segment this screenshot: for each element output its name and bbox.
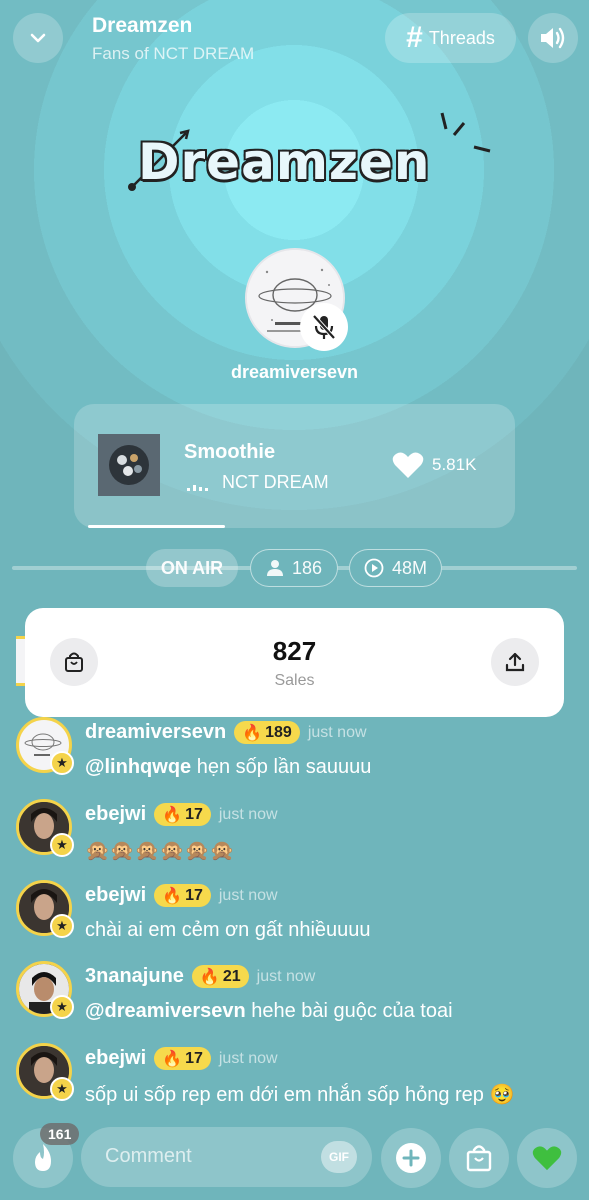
threads-button[interactable]: # Threads bbox=[385, 13, 516, 63]
fire-level: 17 bbox=[185, 1049, 203, 1067]
room-subtitle: Fans of NCT DREAM bbox=[92, 44, 255, 63]
heart-icon bbox=[392, 452, 424, 478]
room-title: Dreamzen bbox=[92, 14, 193, 37]
shopping-bag-icon bbox=[466, 1145, 492, 1172]
on-air-label: ON AIR bbox=[160, 557, 224, 578]
fire-level-badge: 🔥 189 bbox=[234, 721, 300, 744]
green-heart-button[interactable] bbox=[517, 1128, 577, 1188]
fire-level: 17 bbox=[185, 805, 203, 823]
chat-message: ★ ebejwi 🔥 17 just now 🙊🙊🙊🙊🙊🙊 bbox=[14, 799, 584, 869]
message-body: hehe bài guộc của toai bbox=[245, 1000, 453, 1022]
star-badge-icon: ★ bbox=[50, 995, 74, 1019]
green-heart-icon bbox=[532, 1146, 562, 1171]
message-username[interactable]: ebejwi bbox=[85, 803, 146, 826]
playback-progress bbox=[88, 525, 225, 528]
sales-count: 827 bbox=[272, 636, 317, 666]
add-button[interactable] bbox=[381, 1128, 441, 1188]
message-time: just now bbox=[218, 886, 278, 904]
shop-bottom-button[interactable] bbox=[449, 1128, 509, 1188]
threads-label: Threads bbox=[428, 27, 495, 48]
song-artist: NCT DREAM bbox=[222, 472, 329, 492]
message-username[interactable]: dreamiversevn bbox=[85, 721, 226, 744]
share-button[interactable] bbox=[491, 638, 539, 686]
equalizer-icon bbox=[187, 485, 208, 491]
fire-level: 21 bbox=[222, 967, 241, 985]
album-cover bbox=[98, 434, 160, 496]
fire-icon: 🔥 bbox=[199, 968, 220, 986]
message-text: sốp ui sốp rep em dới em nhắn sốp hỏng r… bbox=[85, 1082, 514, 1107]
fire-level-badge: 🔥 17 bbox=[154, 884, 211, 907]
message-text: @dreamiversevn hehe bài guộc của toai bbox=[85, 1000, 453, 1023]
mention-link[interactable]: @linhqwqe bbox=[85, 756, 191, 778]
message-time: just now bbox=[218, 1049, 278, 1067]
mention-link[interactable]: @dreamiversevn bbox=[85, 1000, 246, 1022]
fire-level-badge: 🔥 17 bbox=[154, 1047, 211, 1070]
message-text: @linhqwqe hẹn sốp lần sauuuu bbox=[85, 756, 371, 779]
comment-input[interactable]: Comment GIF bbox=[81, 1127, 372, 1187]
plus-circle-icon bbox=[396, 1143, 426, 1173]
mic-off-icon bbox=[312, 314, 336, 340]
sales-label: Sales bbox=[274, 672, 315, 689]
bottom-bar: 161 Comment GIF bbox=[0, 1120, 589, 1200]
room-logo: Dreamzen bbox=[124, 105, 494, 205]
play-circle-icon bbox=[364, 558, 384, 578]
fire-icon: 🔥 bbox=[242, 724, 263, 742]
fire-level: 17 bbox=[185, 886, 203, 904]
now-playing-card[interactable]: Smoothie NCT DREAM 5.81K bbox=[74, 404, 515, 528]
fire-icon: 🔥 bbox=[162, 1050, 183, 1068]
message-body: 🙊🙊🙊🙊🙊🙊 bbox=[85, 840, 235, 862]
collapse-button[interactable] bbox=[13, 13, 63, 63]
star-badge-icon: ★ bbox=[50, 914, 74, 938]
chat-message: ★ dreamiversevn 🔥 189 just now @linhqwqe … bbox=[14, 717, 584, 787]
like-song[interactable]: 5.81K bbox=[392, 451, 476, 479]
sound-button[interactable] bbox=[528, 13, 578, 63]
fire-icon: 🔥 bbox=[162, 806, 183, 824]
fire-icon bbox=[35, 1144, 51, 1171]
album-art bbox=[98, 434, 160, 496]
chat-message: ★ ebejwi 🔥 17 just now sốp ui sốp rep em … bbox=[14, 1043, 584, 1113]
fire-icon: 🔥 bbox=[162, 887, 183, 905]
top-bar: Dreamzen Fans of NCT DREAM # Threads bbox=[0, 0, 589, 80]
listener-count: 186 bbox=[291, 557, 323, 578]
message-body: chài ai em cẻm ơn gất nhiềuuuu bbox=[85, 919, 371, 941]
chat-message: ★ ebejwi 🔥 17 just now chài ai em cẻm ơn … bbox=[14, 880, 584, 950]
message-body: sốp ui sốp rep em dới em nhắn sốp hỏng r… bbox=[85, 1084, 515, 1106]
message-username[interactable]: ebejwi bbox=[85, 884, 146, 907]
fire-level: 189 bbox=[265, 723, 292, 741]
fire-count: 161 bbox=[40, 1123, 80, 1145]
logo-text: Dreamzen bbox=[138, 133, 431, 191]
play-count: 48M bbox=[391, 557, 427, 578]
message-time: just now bbox=[307, 723, 367, 741]
message-body: hẹn sốp lần sauuuu bbox=[191, 756, 372, 778]
message-time: just now bbox=[256, 967, 316, 985]
comment-placeholder: Comment bbox=[105, 1145, 192, 1167]
share-icon bbox=[505, 652, 525, 672]
sales-card: 827 Sales bbox=[25, 608, 564, 717]
star-badge-icon: ★ bbox=[50, 833, 74, 857]
message-time: just now bbox=[218, 805, 278, 823]
message-username[interactable]: ebejwi bbox=[85, 1047, 146, 1070]
speaker-icon bbox=[541, 27, 565, 49]
fire-level-badge: 🔥 17 bbox=[154, 803, 211, 826]
like-count: 5.81K bbox=[432, 455, 477, 474]
chevron-down-icon bbox=[30, 33, 46, 43]
on-air-badge: ON AIR bbox=[146, 549, 238, 587]
star-badge-icon: ★ bbox=[50, 751, 74, 775]
star-badge-icon: ★ bbox=[50, 1077, 74, 1101]
message-username[interactable]: 3nanajune bbox=[85, 965, 184, 988]
fire-level-badge: 🔥 21 bbox=[191, 965, 249, 988]
host-mic-status bbox=[300, 303, 348, 351]
gif-button[interactable]: GIF bbox=[321, 1141, 357, 1173]
plays-pill[interactable]: 48M bbox=[349, 549, 442, 587]
song-title: Smoothie bbox=[184, 441, 276, 463]
listeners-pill[interactable]: 186 bbox=[250, 549, 338, 587]
hashtag-icon: # bbox=[406, 21, 423, 54]
message-text: chài ai em cẻm ơn gất nhiềuuuu bbox=[85, 919, 371, 942]
host-name[interactable]: dreamiversevn bbox=[0, 362, 589, 383]
chat-message: ★ 3nanajune 🔥 21 just now @dreamiversevn … bbox=[14, 961, 584, 1031]
message-text: 🙊🙊🙊🙊🙊🙊 bbox=[85, 838, 234, 863]
person-icon bbox=[266, 560, 283, 576]
